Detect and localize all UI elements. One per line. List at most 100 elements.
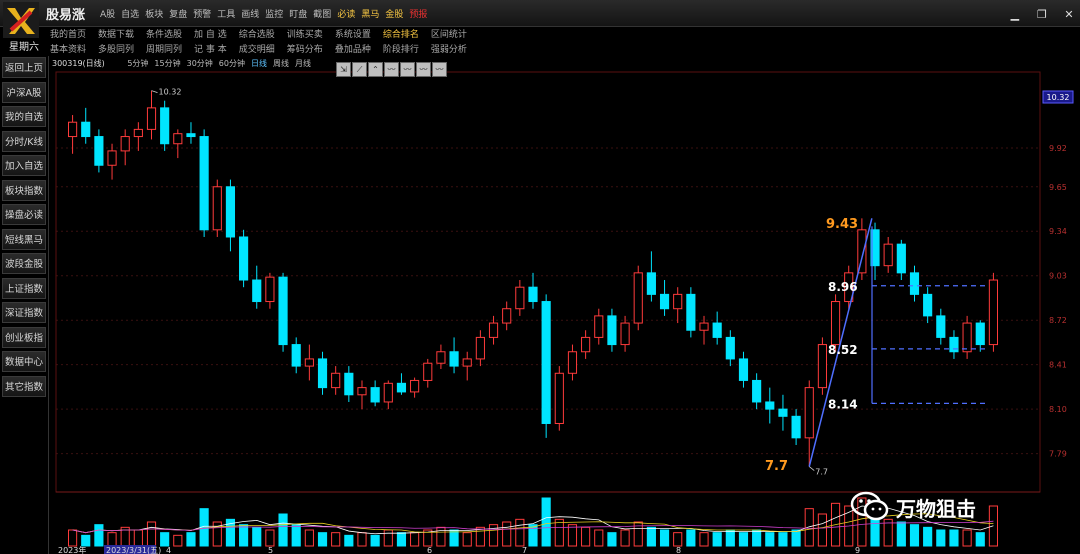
top-menu-item[interactable]: A股 (100, 10, 115, 20)
x-tick-label: 8 (676, 546, 681, 554)
top-menu-item[interactable]: 预警 (193, 10, 211, 20)
nav-item[interactable]: 数据下载 (98, 27, 134, 40)
svg-text:2023年: 2023年 (58, 545, 86, 554)
sidebar-item[interactable]: 操盘必读 (2, 204, 46, 225)
cursor-tool-icon[interactable]: ⇲ (336, 62, 351, 77)
volume-bar (186, 532, 196, 547)
wave-tool-3-icon[interactable]: 〰 (416, 62, 431, 77)
candle (239, 229, 249, 288)
sidebar-item[interactable]: 深证指数 (2, 302, 46, 323)
volume-bar (515, 518, 525, 547)
nav-item[interactable]: 周期同列 (146, 42, 182, 55)
candle (462, 351, 472, 381)
sidebar-item[interactable]: 加入自选 (2, 155, 46, 176)
nav-item[interactable]: 多股同列 (98, 42, 134, 55)
period-tab[interactable]: 月线 (295, 59, 311, 68)
minimize-icon[interactable]: ▁ (1008, 8, 1022, 22)
sidebar-item[interactable]: 数据中心 (2, 351, 46, 372)
nav-item[interactable]: 综合排名 (383, 27, 419, 40)
candle (146, 90, 157, 140)
nav-item[interactable]: 我的首页 (50, 27, 86, 40)
y-tick-label: 8.41 (1049, 361, 1067, 370)
candle (331, 366, 341, 395)
top-menu-item[interactable]: 自选 (121, 10, 139, 20)
nav-item[interactable]: 基本资料 (50, 42, 86, 55)
period-tab[interactable]: 30分钟 (187, 59, 213, 68)
nav-item[interactable]: 区间统计 (431, 27, 467, 40)
restore-icon[interactable]: ❐ (1035, 8, 1049, 22)
volume-bar (752, 529, 762, 547)
volume-bar (410, 532, 420, 547)
candle (449, 337, 459, 374)
candle (317, 351, 328, 395)
candle (199, 129, 209, 237)
period-tab[interactable]: 60分钟 (219, 59, 245, 68)
sidebar-item[interactable]: 其它指数 (2, 375, 46, 397)
nav-item[interactable]: 综合选股 (239, 27, 275, 40)
top-menu-item[interactable]: 板块 (145, 10, 163, 20)
nav-item[interactable]: 记 事 本 (194, 42, 227, 55)
top-menu-item[interactable]: 预报 (409, 10, 427, 20)
candle (791, 409, 801, 446)
svg-text:5: 5 (268, 546, 273, 554)
nav-item[interactable]: 阶段排行 (383, 42, 419, 55)
sidebar-item[interactable]: 我的自选 (2, 106, 46, 127)
top-menu-item[interactable]: 工具 (217, 10, 235, 20)
volume-bar (791, 529, 801, 547)
drawing-toolbar: ⇲ ⟋ ⌃ 〰〰〰〰 (336, 57, 448, 77)
volume-bar (673, 532, 683, 547)
candle (436, 344, 446, 369)
watermark-text: 万物狙击 (896, 497, 976, 521)
volume-bar (462, 532, 472, 547)
sidebar-item[interactable]: 返回上页 (2, 57, 46, 78)
period-tab[interactable]: 5分钟 (127, 59, 148, 68)
candle (594, 308, 604, 345)
candle (581, 330, 591, 359)
top-menu-item[interactable]: 监控 (265, 10, 283, 20)
candle (896, 239, 906, 281)
nav-item[interactable]: 成交明细 (239, 42, 275, 55)
line-tool-icon[interactable]: ⟋ (352, 62, 367, 77)
nav-item[interactable]: 条件选股 (146, 27, 182, 40)
volume-bar (370, 534, 380, 547)
segment-tool-icon[interactable]: ⌃ (368, 62, 383, 77)
nav-item[interactable]: 系统设置 (335, 27, 371, 40)
sidebar-item[interactable]: 板块指数 (2, 179, 46, 201)
candle (686, 287, 696, 338)
period-tab[interactable]: 15分钟 (154, 59, 180, 68)
top-menu-item[interactable]: 黑马 (361, 10, 379, 20)
volume-bar (620, 529, 630, 547)
wave-tool-4-icon[interactable]: 〰 (432, 62, 447, 77)
chart-frame (55, 71, 1041, 493)
sidebar-item[interactable]: 上证指数 (2, 277, 46, 299)
sidebar-item[interactable]: 分时/K线 (2, 130, 46, 152)
top-menu-item[interactable]: 盯盘 (289, 10, 307, 20)
nav-item[interactable]: 叠加品种 (335, 42, 371, 55)
top-menu-item[interactable]: 截图 (313, 10, 331, 20)
nav-item[interactable]: 强弱分析 (431, 42, 467, 55)
top-menu-item[interactable]: 画线 (241, 10, 259, 20)
sidebar-item[interactable]: 沪深A股 (2, 81, 46, 103)
sidebar-item[interactable]: 创业板指 (2, 326, 46, 348)
period-tab[interactable]: 周线 (273, 59, 289, 68)
nav-item[interactable]: 筹码分布 (287, 42, 323, 55)
top-menu-item[interactable]: 必读 (337, 10, 355, 20)
top-menu-item[interactable]: 金股 (385, 10, 403, 20)
close-icon[interactable]: ✕ (1062, 8, 1076, 22)
svg-text:2023/3/31(五): 2023/3/31(五) (106, 546, 161, 554)
period-tab[interactable]: 日线 (251, 59, 267, 68)
level-label: 8.96 (828, 280, 858, 294)
nav-item[interactable]: 加 自 选 (194, 27, 227, 40)
candle (120, 129, 130, 166)
sidebar-item[interactable]: 波段金股 (2, 253, 46, 274)
candle (778, 394, 788, 431)
volume-bar (909, 524, 920, 547)
nav-item[interactable]: 训练买卖 (287, 27, 323, 40)
sidebar-item[interactable]: 短线黑马 (2, 228, 46, 250)
wave-tool-1-icon[interactable]: 〰 (384, 62, 399, 77)
volume-bar (344, 534, 354, 547)
wave-tool-2-icon[interactable]: 〰 (400, 62, 415, 77)
candle (909, 265, 920, 302)
chart-canvas[interactable]: 10.32 7.7 7.7 9.43 8.96 8.52 8.14 9.92 9.65 9.34… (0, 0, 1080, 554)
top-menu-item[interactable]: 复盘 (169, 10, 187, 20)
